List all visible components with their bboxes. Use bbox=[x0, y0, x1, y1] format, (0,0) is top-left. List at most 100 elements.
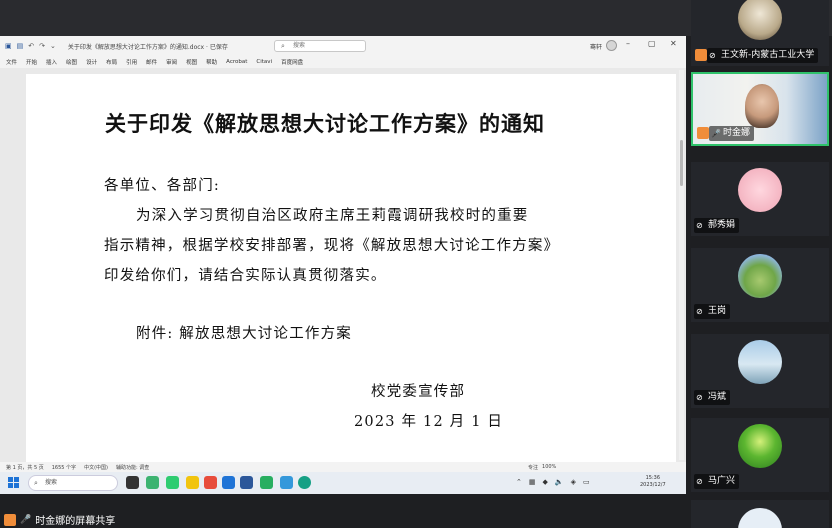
salutation: 各单位、各部门: bbox=[104, 178, 220, 194]
mic-muted-icon: ⊘ bbox=[696, 221, 703, 230]
participant-label: 🎤 时金娜 bbox=[697, 126, 755, 141]
tray-network-icon[interactable]: ◈ bbox=[571, 478, 576, 486]
chrome-icon[interactable] bbox=[298, 476, 311, 489]
tab-layout[interactable]: 布局 bbox=[106, 58, 117, 66]
vertical-scrollbar[interactable] bbox=[679, 70, 684, 460]
document-page[interactable]: 关于印发《解放思想大讨论工作方案》的通知 各单位、各部门: 为深入学习贯彻自治区… bbox=[26, 74, 676, 462]
app-icon-5[interactable] bbox=[280, 476, 293, 489]
taskbar-clock[interactable]: 15:36 2023/12/7 bbox=[640, 475, 666, 489]
app-icon-1[interactable] bbox=[146, 476, 159, 489]
close-icon[interactable]: ✕ bbox=[670, 39, 677, 48]
browser-icon[interactable] bbox=[222, 476, 235, 489]
body-line-1: 为深入学习贯彻自治区政府主席王莉霞调研我校时的重要 bbox=[136, 208, 529, 224]
tray-app-icon[interactable]: ▦ bbox=[529, 478, 536, 486]
document-canvas: 关于印发《解放思想大讨论工作方案》的通知 各单位、各部门: 为深入学习贯彻自治区… bbox=[0, 68, 686, 462]
redo-icon[interactable]: ↷ bbox=[39, 42, 45, 50]
undo-icon[interactable]: ↶ bbox=[28, 42, 34, 50]
user-name: 骞轩 bbox=[590, 44, 603, 51]
tray-battery-icon[interactable]: ▭ bbox=[583, 478, 590, 486]
body-line-3: 印发给你们，请结合实际认真贯彻落实。 bbox=[104, 268, 387, 284]
task-view-icon[interactable] bbox=[126, 476, 139, 489]
mic-muted-icon: ⊘ bbox=[696, 393, 703, 402]
avatar bbox=[738, 340, 782, 384]
tray-wechat-icon[interactable]: ◆ bbox=[543, 478, 548, 486]
participant-label: ⊘ 王岗 bbox=[694, 304, 731, 319]
tab-home[interactable]: 开始 bbox=[26, 58, 37, 66]
tab-baidu-netdisk[interactable]: 百度网盘 bbox=[281, 58, 303, 66]
participant-tile-2[interactable]: 🎤 时金娜 bbox=[691, 72, 829, 146]
word-status-bar: 第 1 页，共 5 页 1655 个字 中文(中国) 辅助功能: 调查 专注 1… bbox=[0, 462, 686, 472]
save-icon[interactable]: ▤ bbox=[17, 42, 24, 50]
body-line-2: 指示精神，根据学校安排部署，现将《解放思想大讨论工作方案》 bbox=[104, 238, 560, 254]
word-app-icon[interactable]: ▣ bbox=[5, 42, 12, 50]
host-badge-icon bbox=[695, 49, 707, 61]
user-avatar[interactable] bbox=[606, 40, 617, 51]
participant-label: ⊘ 冯斌 bbox=[694, 390, 731, 405]
mic-muted-icon: ⊘ bbox=[696, 307, 703, 316]
tab-draw[interactable]: 绘图 bbox=[66, 58, 77, 66]
avatar bbox=[738, 0, 782, 40]
avatar bbox=[738, 254, 782, 298]
participant-label: ⊘ 郝秀娟 bbox=[694, 218, 740, 233]
meeting-window: ▣ ▤ ↶ ↷ ⌄ 关于印发《解放思想大讨论工作方案》的通知.docx · 已保… bbox=[0, 0, 832, 528]
person-video-icon bbox=[745, 84, 779, 128]
search-icon: ⌕ bbox=[34, 479, 38, 487]
tray-chevron-icon[interactable]: ⌃ bbox=[516, 478, 522, 486]
tab-mailings[interactable]: 邮件 bbox=[146, 58, 157, 66]
microphone-icon[interactable]: 🎤 bbox=[20, 515, 31, 525]
tab-review[interactable]: 审阅 bbox=[166, 58, 177, 66]
tab-help[interactable]: 帮助 bbox=[206, 58, 217, 66]
windows-start-icon[interactable] bbox=[8, 477, 19, 488]
chevron-down-icon[interactable]: ⌄ bbox=[50, 42, 56, 50]
signature-date: 2023 年 12 月 1 日 bbox=[354, 414, 504, 430]
tab-design[interactable]: 设计 bbox=[86, 58, 97, 66]
tray-sound-icon[interactable]: 🔈 bbox=[555, 478, 564, 486]
screen-share-label: 🎤 时金娜的屏幕共享 bbox=[0, 511, 150, 528]
app-icon-3[interactable] bbox=[204, 476, 217, 489]
system-tray: ⌃ ▦ ◆ 🔈 ◈ ▭ bbox=[516, 478, 590, 486]
status-word-count[interactable]: 1655 个字 bbox=[52, 464, 76, 471]
maximize-icon[interactable]: ▢ bbox=[648, 39, 656, 48]
participant-label: ⊘ 王文新-内蒙古工业大学 bbox=[695, 48, 819, 63]
avatar bbox=[738, 508, 782, 528]
tab-references[interactable]: 引用 bbox=[126, 58, 137, 66]
tab-acrobat[interactable]: Acrobat bbox=[226, 59, 247, 65]
ribbon-tabs: 文件 开始 插入 绘图 设计 布局 引用 邮件 审阅 视图 帮助 Acrobat… bbox=[0, 56, 686, 68]
host-badge-icon bbox=[4, 513, 16, 526]
signature-org: 校党委宣传部 bbox=[371, 384, 466, 400]
participant-label: ⊘ 马广兴 bbox=[694, 474, 740, 489]
participant-tile-4[interactable]: ⊘ 王岗 bbox=[691, 248, 829, 322]
word-taskbar-icon[interactable] bbox=[240, 476, 253, 489]
participant-tile-7[interactable] bbox=[691, 500, 829, 528]
scrollbar-thumb[interactable] bbox=[680, 140, 683, 186]
status-focus[interactable]: 专注 bbox=[528, 464, 538, 471]
search-icon: ⌕ bbox=[281, 42, 285, 50]
app-icon-4[interactable] bbox=[260, 476, 273, 489]
avatar bbox=[738, 424, 782, 468]
status-language[interactable]: 中文(中国) bbox=[84, 464, 108, 471]
tab-citavi[interactable]: Citavi bbox=[256, 59, 272, 65]
participant-tile-3[interactable]: ⊘ 郝秀娟 bbox=[691, 162, 829, 236]
zoom-level[interactable]: 100% bbox=[542, 464, 556, 470]
tab-file[interactable]: 文件 bbox=[6, 58, 17, 66]
participant-tile-5[interactable]: ⊘ 冯斌 bbox=[691, 334, 829, 408]
participant-tile-1[interactable]: ⊘ 王文新-内蒙古工业大学 bbox=[691, 0, 829, 66]
minimize-icon[interactable]: – bbox=[626, 39, 630, 48]
avatar bbox=[738, 168, 782, 212]
tab-insert[interactable]: 插入 bbox=[46, 58, 57, 66]
status-accessibility[interactable]: 辅助功能: 调查 bbox=[116, 464, 149, 471]
status-page-count[interactable]: 第 1 页，共 5 页 bbox=[6, 464, 44, 471]
tab-view[interactable]: 视图 bbox=[186, 58, 197, 66]
microphone-icon: 🎤 bbox=[711, 129, 721, 138]
attachment-line: 附件: 解放思想大讨论工作方案 bbox=[136, 326, 352, 342]
taskbar-search-input[interactable]: ⌕ 搜索 bbox=[28, 475, 118, 491]
shared-screen: ▣ ▤ ↶ ↷ ⌄ 关于印发《解放思想大讨论工作方案》的通知.docx · 已保… bbox=[0, 36, 686, 494]
file-explorer-icon[interactable] bbox=[186, 476, 199, 489]
mic-muted-icon: ⊘ bbox=[709, 51, 716, 60]
app-icon-2[interactable] bbox=[166, 476, 179, 489]
screen-share-name: 时金娜的屏幕共享 bbox=[35, 516, 116, 527]
mic-muted-icon: ⊘ bbox=[696, 477, 703, 486]
document-name: 关于印发《解放思想大讨论工作方案》的通知.docx · 已保存 bbox=[67, 43, 228, 51]
word-search-input[interactable]: ⌕ 搜索 bbox=[274, 40, 366, 52]
participant-tile-6[interactable]: ⊘ 马广兴 bbox=[691, 418, 829, 492]
